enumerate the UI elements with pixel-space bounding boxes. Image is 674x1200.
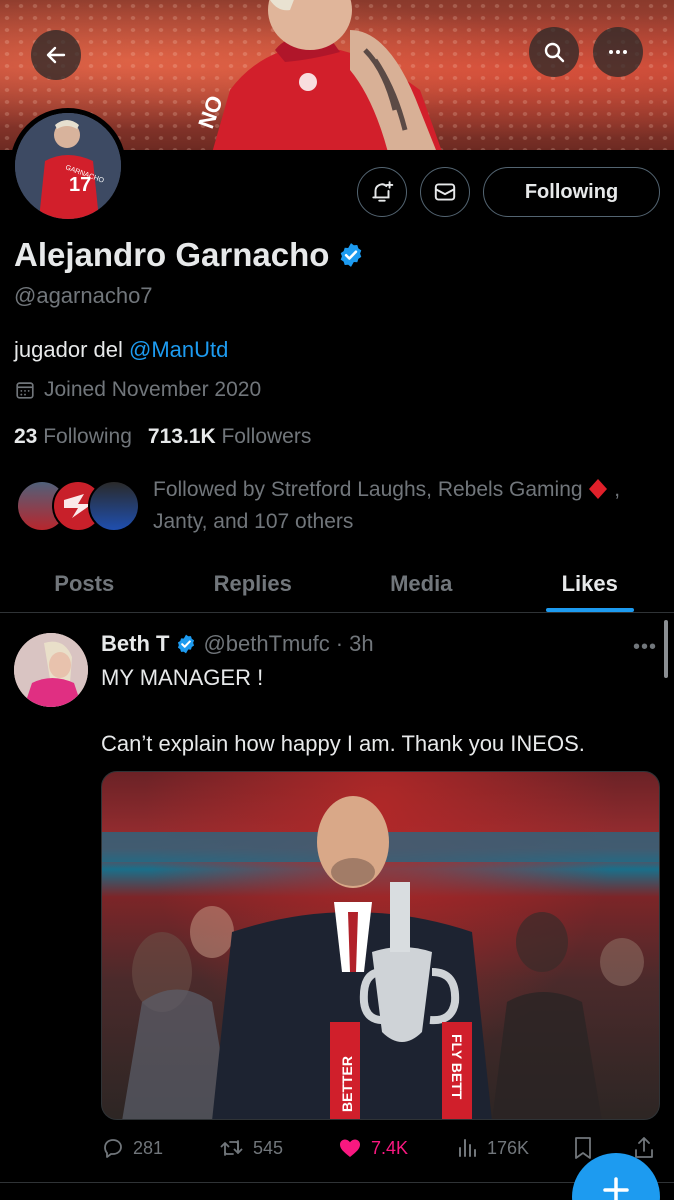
follow-counts: 23 Following 713.1K Followers [14, 425, 311, 449]
plus-icon [603, 1177, 629, 1200]
following-count-link[interactable]: 23 Following [14, 425, 132, 449]
views-button[interactable]: 176K [455, 1130, 529, 1166]
svg-text:BETTER: BETTER [339, 1056, 355, 1112]
banner-player-image: NO [193, 0, 442, 150]
following-count: 23 [14, 425, 38, 448]
reply-button[interactable]: 281 [101, 1130, 163, 1166]
tweet-header: Beth T @bethTmufc · 3h [101, 631, 374, 657]
joined-date: Joined November 2020 [14, 378, 261, 402]
bell-plus-icon [372, 181, 394, 202]
profile-handle: @agarnacho7 [14, 283, 153, 308]
like-count: 7.4K [371, 1137, 409, 1158]
follower-avatar [88, 480, 140, 532]
bio-mention-link[interactable]: @ManUtd [129, 337, 228, 362]
repost-count: 545 [253, 1137, 284, 1158]
more-button[interactable] [593, 27, 643, 77]
reply-count: 281 [133, 1137, 164, 1158]
followed-by-comma: , [608, 478, 621, 501]
bookmark-icon [575, 1137, 591, 1159]
search-icon [544, 42, 565, 63]
tab-likes[interactable]: Likes [506, 555, 674, 612]
tab-media[interactable]: Media [337, 555, 506, 612]
red-diamond-icon [589, 479, 608, 499]
profile-name: Alejandro Garnacho [14, 236, 330, 273]
like-button[interactable]: 7.4K [337, 1130, 408, 1166]
envelope-icon [434, 183, 456, 201]
tweet-media-image[interactable]: BETTER FLY BETT [101, 771, 660, 1120]
avatar-image: 17 GARNACHO [15, 113, 121, 219]
followed-by-text[interactable]: Followed by Stretford Laughs, Rebels Gam… [153, 474, 663, 538]
views-chart-icon [459, 1139, 476, 1157]
tweet-actions: 281 545 7.4K 176K [101, 1130, 661, 1166]
search-button[interactable] [529, 27, 579, 77]
following-button[interactable]: Following [483, 167, 660, 217]
followers-count-link[interactable]: 713.1K Followers [148, 425, 311, 449]
followed-by-line1: Followed by Stretford Laughs, Rebels Gam… [153, 478, 583, 501]
calendar-icon [16, 382, 34, 399]
author-avatar-image [14, 633, 88, 707]
tab-posts[interactable]: Posts [0, 555, 169, 612]
profile-tabs: Posts Replies Media Likes [0, 555, 674, 613]
followed-by-line2: Janty, and 107 others [153, 510, 354, 533]
views-count: 176K [487, 1137, 530, 1158]
tweet-text-line2: Can’t explain how happy I am. Thank you … [101, 731, 585, 756]
notifications-button[interactable] [357, 167, 407, 217]
trophy-photo: BETTER FLY BETT [102, 796, 659, 1119]
message-button[interactable] [420, 167, 470, 217]
following-label: Following [43, 425, 132, 448]
tweet-text-line1: MY MANAGER ! [101, 665, 264, 690]
reply-icon [104, 1139, 122, 1158]
back-button[interactable] [31, 30, 81, 80]
tweet-more-icon[interactable]: ••• [633, 636, 657, 659]
arrow-left-icon [46, 46, 66, 64]
joined-text: Joined November 2020 [44, 378, 262, 401]
bio-text: jugador del [14, 337, 129, 362]
repost-icon [220, 1140, 243, 1156]
followers-label: Followers [221, 425, 312, 448]
tweet-author-avatar[interactable] [14, 633, 88, 707]
profile-name-row: Alejandro Garnacho [14, 236, 365, 274]
profile-avatar[interactable]: 17 GARNACHO [10, 108, 126, 224]
verified-badge-icon [178, 634, 195, 654]
svg-text:FLY BETT: FLY BETT [449, 1034, 465, 1100]
divider [0, 1182, 674, 1183]
followers-count: 713.1K [147, 425, 216, 448]
followed-by-avatars[interactable] [16, 480, 140, 534]
tweet-author-name[interactable]: Beth T [101, 631, 169, 657]
more-horizontal-icon [609, 50, 627, 54]
verified-badge-icon[interactable] [337, 241, 365, 269]
tweet-time[interactable]: · 3h [336, 631, 374, 657]
tab-replies[interactable]: Replies [169, 555, 338, 612]
heart-filled-icon [340, 1139, 360, 1157]
scrollbar[interactable] [664, 620, 668, 678]
repost-button[interactable]: 545 [219, 1130, 283, 1166]
tweet-author-handle[interactable]: @bethTmufc [203, 631, 329, 657]
profile-bio: jugador del @ManUtd [14, 337, 228, 363]
